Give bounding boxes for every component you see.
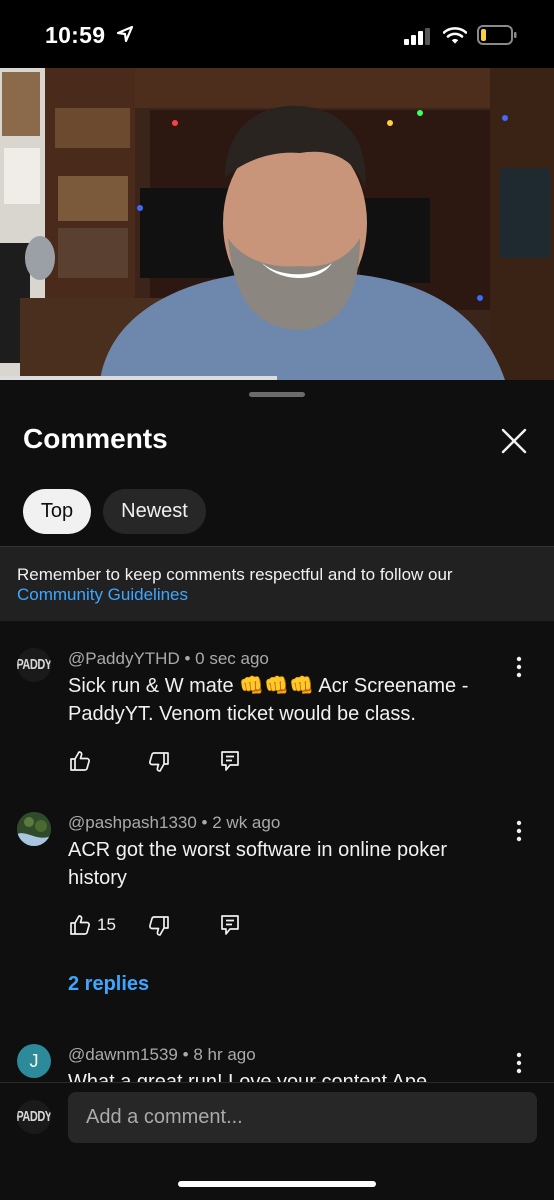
comment-time: 8 hr ago — [193, 1045, 256, 1064]
comment-time: 2 wk ago — [212, 813, 281, 832]
meta-separator: • — [201, 813, 213, 832]
guidelines-notice: Remember to keep comments respectful and… — [0, 546, 554, 621]
cellular-signal-icon — [404, 28, 430, 45]
filter-chip-top[interactable]: Top — [23, 489, 91, 534]
more-options-icon[interactable] — [514, 820, 524, 842]
comment-text: ACR got the worst software in online pok… — [68, 839, 448, 889]
comments-sheet: Comments Top Newest Remember to keep com… — [0, 380, 554, 1200]
meta-separator: • — [182, 1045, 194, 1064]
dislike-icon[interactable] — [148, 915, 170, 937]
comment-text: Sick run & W mate 👊👊👊 Acr Screename - Pa… — [68, 675, 469, 725]
view-replies-link[interactable]: 2 replies — [68, 973, 149, 996]
more-options-icon[interactable] — [514, 1052, 524, 1074]
comment-author[interactable]: @pashpash1330 — [68, 813, 197, 832]
close-icon[interactable] — [500, 427, 528, 455]
meta-separator: • — [184, 649, 196, 668]
drag-handle[interactable] — [249, 392, 305, 397]
user-avatar[interactable]: PADDY — [17, 1100, 51, 1134]
video-player[interactable] — [0, 68, 554, 380]
status-bar: 10:59 — [0, 0, 554, 68]
community-guidelines-link[interactable]: Community Guidelines — [17, 585, 188, 605]
location-arrow-icon — [116, 25, 134, 43]
more-options-icon[interactable] — [514, 656, 524, 678]
comment-item: J @dawnm1539 • 8 hr ago What a great run… — [0, 1036, 554, 1082]
avatar[interactable]: PADDY — [17, 648, 51, 682]
like-icon[interactable] — [69, 914, 91, 936]
filter-chip-newest[interactable]: Newest — [103, 489, 206, 534]
home-indicator[interactable] — [178, 1181, 376, 1187]
battery-icon — [477, 25, 517, 45]
reply-icon[interactable] — [220, 914, 240, 936]
avatar-text: PADDY — [17, 1109, 51, 1125]
panel-title: Comments — [23, 423, 168, 454]
avatar-text: PADDY — [17, 657, 51, 673]
wifi-icon — [443, 27, 467, 44]
comment-author[interactable]: @PaddyYTHD — [68, 649, 180, 668]
comment-text: What a great run! Love your content Ape — [68, 1071, 428, 1082]
avatar-image — [17, 812, 51, 846]
comment-meta: @pashpash1330 • 2 wk ago — [68, 813, 280, 833]
add-comment-input[interactable]: Add a comment... — [68, 1092, 537, 1143]
notice-text: Remember to keep comments respectful and… — [17, 565, 453, 584]
reply-icon[interactable] — [220, 750, 240, 772]
video-frame — [0, 68, 554, 380]
dislike-icon[interactable] — [148, 751, 170, 773]
like-icon[interactable] — [69, 750, 91, 772]
like-count: 15 — [97, 915, 116, 934]
comment-author[interactable]: @dawnm1539 — [68, 1045, 178, 1064]
clock: 10:59 — [45, 22, 106, 48]
comment-time: 0 sec ago — [195, 649, 269, 668]
add-comment-bar: PADDY Add a comment... — [0, 1083, 554, 1200]
avatar[interactable] — [17, 812, 51, 846]
comment-meta: @dawnm1539 • 8 hr ago — [68, 1045, 256, 1065]
comment-meta: @PaddyYTHD • 0 sec ago — [68, 649, 269, 669]
avatar[interactable]: J — [17, 1044, 51, 1078]
